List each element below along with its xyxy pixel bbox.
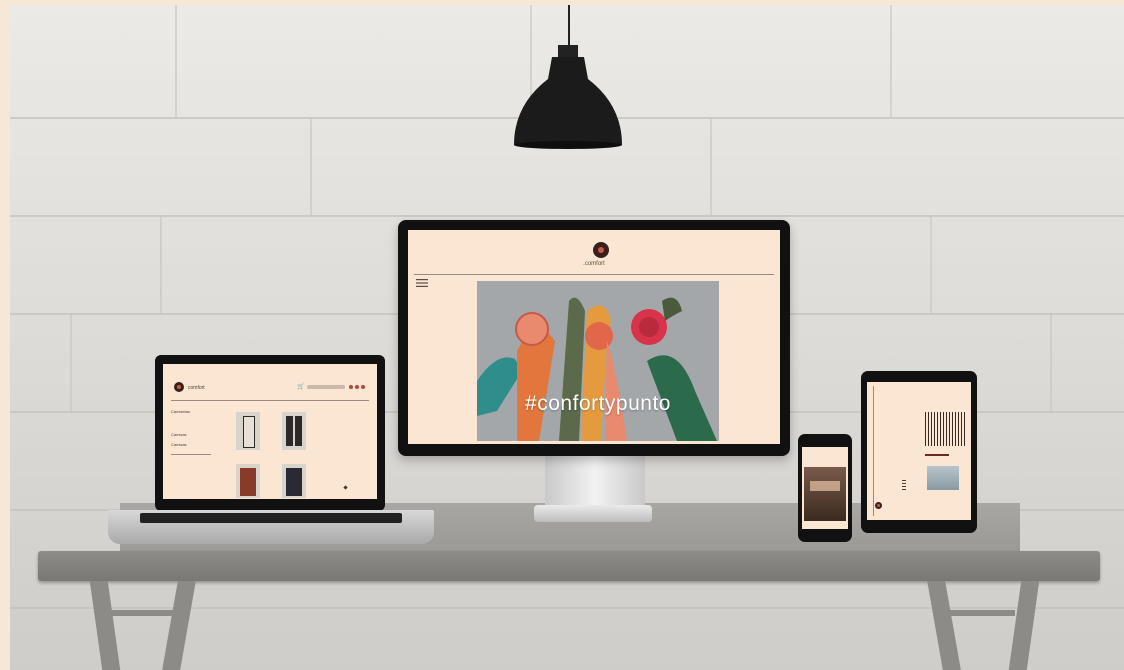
favorites-icon[interactable] [355, 385, 359, 389]
menu-icon[interactable] [361, 385, 365, 389]
product-card[interactable] [236, 412, 260, 450]
brand-logo-icon[interactable] [593, 242, 609, 258]
phone-hero-image [804, 467, 846, 521]
product-title [925, 454, 949, 456]
hamburger-menu-icon[interactable] [416, 279, 428, 287]
brand-name: .comfort [583, 261, 605, 267]
sidebar-item[interactable]: Camisas [171, 432, 187, 437]
scroll-indicator-icon[interactable] [343, 485, 348, 490]
lamp-cord [568, 5, 570, 50]
header-divider [414, 274, 774, 275]
product-card[interactable] [236, 464, 260, 498]
product-card[interactable] [282, 412, 306, 450]
desk-brace [945, 610, 1015, 616]
sidebar-item[interactable]: Camisetas [171, 409, 190, 414]
phone-screen [802, 447, 848, 529]
monitor-stand [545, 455, 645, 507]
tablet-screen [867, 382, 971, 520]
hero-image [477, 281, 719, 441]
laptop-screen: comfort 🛒 Camisetas Camisas Camisas [163, 364, 377, 499]
desk-brace [110, 610, 180, 616]
product-card[interactable] [282, 464, 306, 498]
brand-name: comfort [188, 385, 205, 391]
user-icon[interactable] [349, 385, 353, 389]
pendant-lamp [514, 45, 622, 149]
laptop-keyboard [140, 513, 402, 523]
product-image[interactable] [927, 466, 959, 490]
cart-icon[interactable]: 🛒 [297, 383, 304, 390]
tablet-sidebar [902, 480, 906, 492]
product-text-block [925, 412, 965, 446]
hero-hashtag: #confortypunto [525, 392, 671, 415]
header-divider [171, 400, 369, 401]
brand-logo-icon[interactable] [174, 382, 184, 392]
monitor-base [534, 505, 652, 522]
sidebar-divider [171, 454, 211, 455]
brand-logo-icon[interactable] [875, 502, 882, 509]
desk-top [38, 551, 1100, 581]
search-input[interactable] [307, 385, 345, 389]
sidebar-item[interactable]: Camisas [171, 442, 187, 447]
